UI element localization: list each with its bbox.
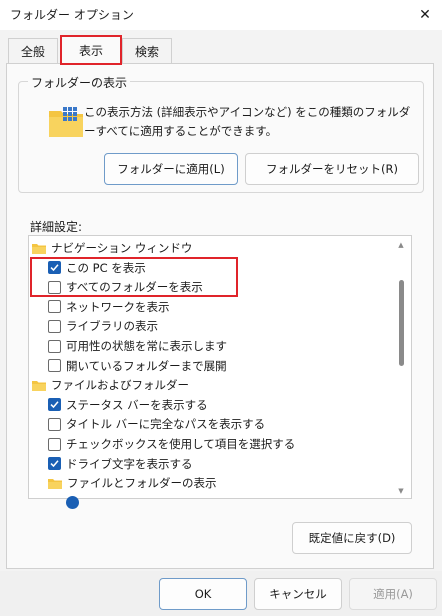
checkbox-unchecked-icon[interactable] (48, 417, 61, 431)
tab-view[interactable]: 表示 (60, 35, 122, 65)
checkbox-unchecked-icon[interactable] (48, 319, 61, 333)
folder-icon (48, 478, 62, 489)
radio-selected-icon[interactable] (66, 496, 79, 510)
checkbox-checked-icon[interactable] (48, 261, 61, 275)
tree-item-label: ライブラリの表示 (66, 319, 158, 334)
apply-button[interactable]: 適用(A) (349, 578, 437, 610)
checkbox-unchecked-icon[interactable] (48, 339, 61, 353)
tree-item-label: タイトル バーに完全なパスを表示する (66, 417, 266, 432)
tree-item-label: ナビゲーション ウィンドウ (51, 241, 193, 255)
tree-checkbox-row[interactable]: ドライブ文字を表示する (48, 454, 193, 474)
checkbox-checked-icon[interactable] (48, 457, 61, 471)
scroll-up-arrow-icon[interactable]: ▲ (396, 240, 406, 250)
tree-item-label: ファイルとフォルダーの表示 (67, 476, 217, 491)
tree-item-label: 開いているフォルダーまで展開 (66, 358, 227, 373)
tree-item-label: 可用性の状態を常に表示します (66, 339, 227, 353)
cancel-button[interactable]: キャンセル (254, 578, 342, 610)
tree-item-label: チェックボックスを使用して項目を選択する (66, 437, 296, 451)
advanced-settings-label: 詳細設定: (30, 220, 83, 234)
scroll-down-arrow-icon[interactable]: ▼ (396, 486, 406, 496)
restore-defaults-button[interactable]: 既定値に戻す(D) (292, 522, 412, 554)
tree-checkbox-row[interactable]: 開いているフォルダーまで展開 (48, 356, 227, 376)
tree-checkbox-row[interactable]: タイトル バーに完全なパスを表示する (48, 414, 265, 434)
apply-to-folders-button[interactable]: フォルダーに適用(L) (104, 153, 238, 185)
tab-general[interactable]: 全般 (8, 38, 58, 64)
tab-search[interactable]: 検索 (122, 38, 172, 64)
tree-item-label: ネットワークを表示 (66, 299, 170, 314)
scroll-thumb[interactable] (399, 280, 404, 366)
tree-folder-row: ファイルとフォルダーの表示 (48, 473, 217, 493)
tree-item-label: すべてのフォルダーを表示 (66, 280, 203, 295)
tab-general-label: 全般 (20, 45, 45, 59)
tree-folder-row: ナビゲーション ウィンドウ (32, 238, 192, 258)
checkbox-unchecked-icon[interactable] (48, 280, 61, 294)
folder-views-description: この表示方法 (詳細表示やアイコンなど) をこの種類のフォルダーすべてに適用する… (84, 105, 411, 138)
close-icon: ✕ (419, 7, 431, 23)
tree-radio-row[interactable] (66, 493, 84, 513)
tab-view-label: 表示 (78, 43, 103, 58)
window-title: フォルダー オプション (10, 8, 134, 22)
tree-checkbox-row[interactable]: ステータス バーを表示する (48, 395, 208, 415)
close-button[interactable]: ✕ (408, 0, 442, 30)
tree-scrollbar[interactable]: ▲ ▼ (396, 240, 406, 496)
folder-icon (32, 380, 46, 391)
tree-checkbox-row[interactable]: ネットワークを表示 (48, 297, 170, 317)
tree-item-label: この PC を表示 (66, 260, 146, 275)
folder-icon (32, 243, 46, 254)
folder-views-icon (49, 107, 83, 137)
ok-button[interactable]: OK (159, 578, 247, 610)
checkbox-unchecked-icon[interactable] (48, 437, 61, 451)
tree-checkbox-row[interactable]: この PC を表示 (48, 258, 146, 278)
tree-item-label: ファイルおよびフォルダー (51, 378, 189, 393)
tab-search-label: 検索 (134, 45, 159, 59)
tree-checkbox-row[interactable]: 可用性の状態を常に表示します (48, 336, 227, 356)
tree-checkbox-row[interactable]: ライブラリの表示 (48, 316, 158, 336)
title-bar: フォルダー オプション ✕ (0, 0, 442, 30)
reset-folders-button[interactable]: フォルダーをリセット(R) (245, 153, 419, 185)
checkbox-unchecked-icon[interactable] (48, 300, 61, 314)
checkbox-checked-icon[interactable] (48, 398, 61, 412)
tree-item-label: ドライブ文字を表示する (66, 456, 193, 471)
tree-item-label: ステータス バーを表示する (66, 397, 208, 412)
tree-checkbox-row[interactable]: すべてのフォルダーを表示 (48, 277, 203, 297)
checkbox-unchecked-icon[interactable] (48, 359, 61, 373)
tree-checkbox-row[interactable]: チェックボックスを使用して項目を選択する (48, 434, 295, 454)
folder-views-title: フォルダーの表示 (28, 74, 131, 91)
tree-folder-row: ファイルおよびフォルダー (32, 375, 189, 395)
